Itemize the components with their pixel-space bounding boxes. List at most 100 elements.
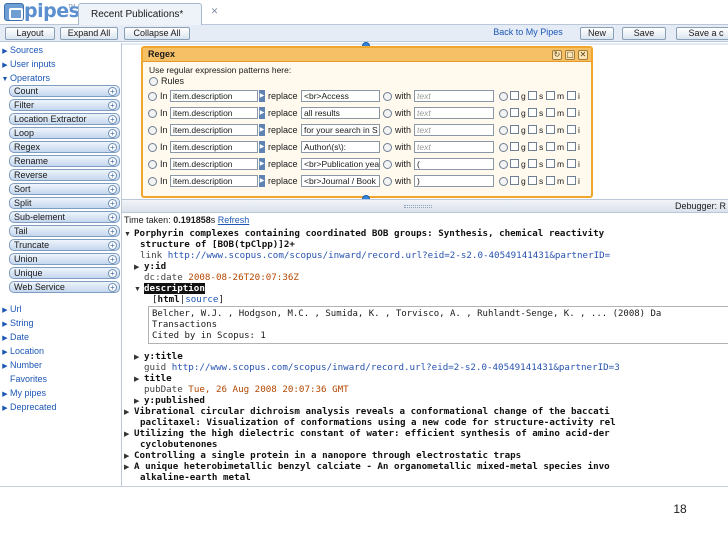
operator-web-service[interactable]: Web Service +	[9, 281, 120, 293]
operator-tail[interactable]: Tail +	[9, 225, 120, 237]
regex-module[interactable]: Regex ↻ ▢ ✕ Use regular expression patte…	[141, 46, 593, 198]
flag-g-checkbox[interactable]	[510, 91, 519, 100]
add-module-icon[interactable]: +	[108, 87, 117, 96]
add-module-icon[interactable]: +	[108, 171, 117, 180]
library-favorites[interactable]: Favorites	[0, 373, 47, 386]
rule-field-path[interactable]: item.description	[170, 175, 258, 187]
flag-m-checkbox[interactable]	[546, 125, 555, 134]
regex-module-titlebar[interactable]: Regex ↻ ▢ ✕	[143, 48, 591, 62]
rule-field-path[interactable]: item.description	[170, 90, 258, 102]
flag-s-checkbox[interactable]	[528, 125, 537, 134]
flag-m-checkbox[interactable]	[546, 159, 555, 168]
library-deprecated[interactable]: ▶ Deprecated	[0, 401, 56, 414]
item-1-guid[interactable]: guid http://www.scopus.com/scopus/inward…	[144, 362, 620, 373]
operator-sub-element[interactable]: Sub-element +	[9, 211, 120, 223]
add-module-icon[interactable]: +	[108, 241, 117, 250]
library-my-pipes[interactable]: ▶ My pipes	[0, 387, 46, 400]
remove-rule-icon[interactable]	[148, 177, 157, 186]
flags-wire-icon[interactable]	[499, 160, 508, 169]
rule-replacement-input[interactable]: text	[414, 124, 494, 136]
add-module-icon[interactable]: +	[108, 283, 117, 292]
flag-i-checkbox[interactable]	[567, 125, 576, 134]
field-dropdown-icon[interactable]: ▶	[259, 158, 265, 170]
flag-i-checkbox[interactable]	[567, 108, 576, 117]
flag-g-checkbox[interactable]	[510, 159, 519, 168]
operator-truncate[interactable]: Truncate +	[9, 239, 120, 251]
field-dropdown-icon[interactable]: ▶	[259, 124, 265, 136]
document-tab[interactable]: Recent Publications*	[78, 3, 202, 25]
rule-pattern-input[interactable]: all results	[301, 107, 380, 119]
library-number[interactable]: ▶ Number	[0, 359, 42, 372]
close-module-icon[interactable]: ✕	[578, 50, 588, 60]
layout-button[interactable]: Layout	[5, 27, 55, 40]
add-module-icon[interactable]: +	[108, 227, 117, 236]
flags-wire-icon[interactable]	[499, 143, 508, 152]
rule-pattern-input[interactable]: <br>Journal / Book	[301, 175, 380, 187]
operator-regex[interactable]: Regex +	[9, 141, 120, 153]
operator-count[interactable]: Count +	[9, 85, 120, 97]
rule-replacement-input[interactable]: )	[414, 175, 494, 187]
operator-reverse[interactable]: Reverse +	[9, 169, 120, 181]
rule-pattern-input[interactable]: Author\(s\):	[301, 141, 380, 153]
operator-location-extractor[interactable]: Location Extractor +	[9, 113, 120, 125]
flag-i-checkbox[interactable]	[567, 142, 576, 151]
rule-field-path[interactable]: item.description	[170, 158, 258, 170]
library-operators[interactable]: ▼ Operators	[0, 72, 51, 85]
add-module-icon[interactable]: +	[108, 255, 117, 264]
flag-m-checkbox[interactable]	[546, 91, 555, 100]
with-wire-icon[interactable]	[383, 177, 392, 186]
remove-rule-icon[interactable]	[148, 143, 157, 152]
back-to-my-pipes-link[interactable]: Back to My Pipes	[485, 27, 571, 40]
refresh-module-icon[interactable]: ↻	[552, 50, 562, 60]
field-dropdown-icon[interactable]: ▶	[259, 107, 265, 119]
flag-i-checkbox[interactable]	[567, 176, 576, 185]
rule-replacement-input[interactable]: (	[414, 158, 494, 170]
add-module-icon[interactable]: +	[108, 269, 117, 278]
operator-unique[interactable]: Unique +	[9, 267, 120, 279]
operator-sort[interactable]: Sort +	[9, 183, 120, 195]
save-button[interactable]: Save	[622, 27, 666, 40]
flags-wire-icon[interactable]	[499, 109, 508, 118]
remove-rule-icon[interactable]	[148, 160, 157, 169]
rules-add-icon[interactable]	[149, 77, 158, 86]
flag-i-checkbox[interactable]	[567, 91, 576, 100]
flag-m-checkbox[interactable]	[546, 108, 555, 117]
add-module-icon[interactable]: +	[108, 115, 117, 124]
library-location[interactable]: ▶ Location	[0, 345, 44, 358]
with-wire-icon[interactable]	[383, 160, 392, 169]
library-url[interactable]: ▶ Url	[0, 303, 21, 316]
flags-wire-icon[interactable]	[499, 177, 508, 186]
operator-union[interactable]: Union +	[9, 253, 120, 265]
rule-pattern-input[interactable]: <br>Publication yea	[301, 158, 380, 170]
operator-split[interactable]: Split +	[9, 197, 120, 209]
flag-s-checkbox[interactable]	[528, 159, 537, 168]
flag-g-checkbox[interactable]	[510, 142, 519, 151]
add-module-icon[interactable]: +	[108, 185, 117, 194]
rule-replacement-input[interactable]: text	[414, 90, 494, 102]
library-date[interactable]: ▶ Date	[0, 331, 29, 344]
collapse-all-button[interactable]: Collapse All	[124, 27, 190, 40]
add-module-icon[interactable]: +	[108, 143, 117, 152]
flag-m-checkbox[interactable]	[546, 142, 555, 151]
flag-m-checkbox[interactable]	[546, 176, 555, 185]
with-wire-icon[interactable]	[383, 126, 392, 135]
with-wire-icon[interactable]	[383, 92, 392, 101]
operator-rename[interactable]: Rename +	[9, 155, 120, 167]
add-module-icon[interactable]: +	[108, 213, 117, 222]
remove-rule-icon[interactable]	[148, 92, 157, 101]
rule-replacement-input[interactable]: text	[414, 141, 494, 153]
library-user-inputs[interactable]: ▶ User inputs	[0, 58, 55, 71]
rule-field-path[interactable]: item.description	[170, 124, 258, 136]
debugger-splitter[interactable]: Debugger: R	[122, 199, 728, 213]
operator-loop[interactable]: Loop +	[9, 127, 120, 139]
add-module-icon[interactable]: +	[108, 101, 117, 110]
expand-all-button[interactable]: Expand All	[60, 27, 118, 40]
splitter-grip-icon[interactable]	[404, 205, 432, 208]
rule-field-path[interactable]: item.description	[170, 141, 258, 153]
add-module-icon[interactable]: +	[108, 199, 117, 208]
library-string[interactable]: ▶ String	[0, 317, 33, 330]
field-dropdown-icon[interactable]: ▶	[259, 90, 265, 102]
with-wire-icon[interactable]	[383, 109, 392, 118]
minimize-module-icon[interactable]: ▢	[565, 50, 575, 60]
source-tab[interactable]: source	[185, 294, 218, 305]
